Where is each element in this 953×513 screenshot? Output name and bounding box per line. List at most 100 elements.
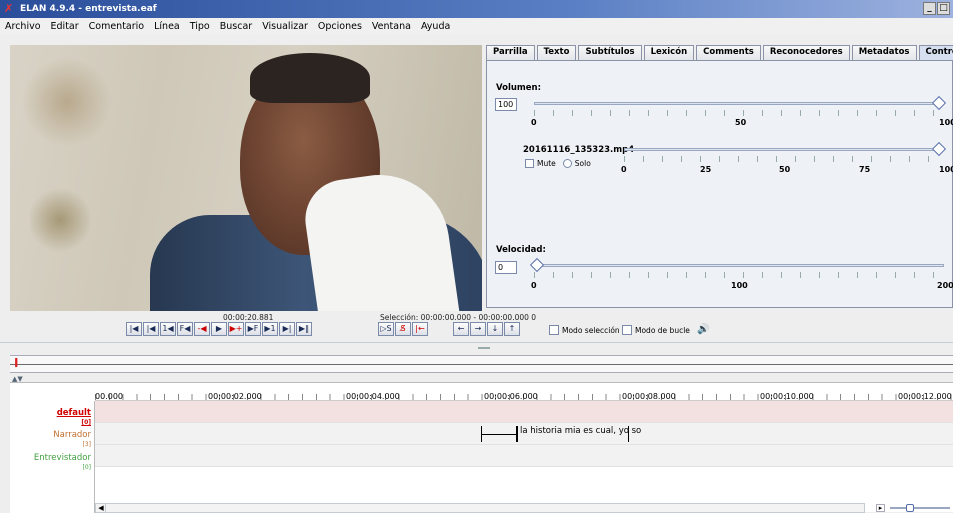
- checkbox-box[interactable]: [549, 325, 559, 335]
- speed-slider-thumb[interactable]: [530, 258, 544, 272]
- go-to-end-icon[interactable]: ▶‖: [296, 322, 312, 336]
- menu-tipo[interactable]: Tipo: [190, 21, 210, 32]
- previous-frame-icon[interactable]: 1◀: [160, 322, 176, 336]
- zoom-slider[interactable]: ▸: [876, 504, 953, 512]
- waveform-baseline: [10, 364, 953, 365]
- controls-panel: Volumen: 100 0 50 100 20161116_135323.mp…: [486, 60, 953, 308]
- media-volume-track[interactable]: [624, 148, 944, 151]
- zoom-thumb[interactable]: [906, 504, 914, 512]
- volume-slider-track[interactable]: [534, 102, 944, 105]
- ruler-label: 00:00:12.000: [898, 392, 952, 401]
- splitter-grip[interactable]: [478, 347, 490, 349]
- media-volume-thumb[interactable]: [932, 142, 946, 156]
- volume-slider-thumb[interactable]: [932, 96, 946, 110]
- tier-label: Narrador: [53, 430, 91, 440]
- loop-mode-label: Modo de bucle: [635, 326, 690, 335]
- navigation-controls: ← → ↓ ↑: [453, 322, 520, 336]
- zoom-right-icon[interactable]: ▸: [876, 504, 885, 512]
- menu-comentario[interactable]: Comentario: [89, 21, 144, 32]
- checkbox-box[interactable]: [525, 159, 534, 168]
- menu-opciones[interactable]: Opciones: [318, 21, 362, 32]
- maximize-button[interactable]: □: [937, 2, 950, 15]
- menu-ayuda[interactable]: Ayuda: [421, 21, 450, 32]
- tab-parrilla[interactable]: Parrilla: [486, 45, 535, 60]
- solo-label: Solo: [575, 159, 591, 168]
- solo-radio[interactable]: [563, 159, 572, 168]
- selection-mode-checkbox[interactable]: Modo selección: [549, 325, 620, 335]
- left-arrow-icon[interactable]: ←: [453, 322, 469, 336]
- play-icon[interactable]: ▶: [211, 322, 227, 336]
- title-bar: ✗ ELAN 4.9.4 - entrevista.eaf _ □: [0, 0, 953, 18]
- next-pixel-icon[interactable]: ▶+: [228, 322, 244, 336]
- zoom-track[interactable]: [890, 507, 950, 509]
- tier-name-entrevistador[interactable]: Entrevistador [0]: [34, 454, 91, 472]
- speed-tick-min: 0: [531, 281, 537, 290]
- tab-comments[interactable]: Comments: [696, 45, 761, 60]
- tier-row-narrador[interactable]: la historia mia es cual, yo so: [95, 423, 953, 445]
- speed-input[interactable]: 0: [495, 261, 517, 274]
- timeline-viewer[interactable]: 00.000 00:00:02.000 00:00:04.000 00:00:0…: [10, 382, 953, 512]
- tab-texto[interactable]: Texto: [537, 45, 577, 60]
- menu-archivo[interactable]: Archivo: [5, 21, 41, 32]
- tier-count: [3]: [53, 440, 91, 449]
- mute-checkbox[interactable]: Mute Solo: [525, 159, 591, 168]
- volume-tick-min: 0: [531, 118, 537, 127]
- play-selection-icon[interactable]: ▷S: [378, 322, 394, 336]
- volume-input[interactable]: 100: [495, 98, 517, 111]
- annotation-text: la historia mia es cual, yo so: [520, 426, 641, 436]
- scroll-left-icon[interactable]: ◀: [97, 504, 106, 512]
- menu-bar: Archivo Editar Comentario Línea Tipo Bus…: [0, 18, 953, 34]
- down-arrow-icon[interactable]: ↓: [487, 322, 503, 336]
- go-to-begin-icon[interactable]: |◀: [126, 322, 142, 336]
- right-arrow-icon[interactable]: →: [470, 322, 486, 336]
- menu-ventana[interactable]: Ventana: [372, 21, 411, 32]
- media-tick-75: 75: [859, 165, 870, 174]
- media-tick-100: 100: [939, 165, 953, 174]
- wall-stain: [30, 185, 90, 255]
- tab-subtitulos[interactable]: Subtítulos: [578, 45, 641, 60]
- elan-logo-icon: ✗: [4, 3, 16, 15]
- ruler-label: 00:00:10.000: [760, 392, 814, 401]
- tab-reconocedores[interactable]: Reconocedores: [763, 45, 850, 60]
- panel-splitter[interactable]: [0, 342, 953, 348]
- tab-metadatos[interactable]: Metadatos: [852, 45, 917, 60]
- tab-bar: Parrilla Texto Subtítulos Lexicón Commen…: [486, 45, 953, 60]
- time-ruler[interactable]: 00.000 00:00:02.000 00:00:04.000 00:00:0…: [95, 383, 953, 401]
- speed-slider-track[interactable]: [534, 264, 944, 267]
- selection-mode-label: Modo selección: [562, 326, 620, 335]
- next-frame-icon[interactable]: ▶1: [262, 322, 278, 336]
- tab-lexicon[interactable]: Lexicón: [644, 45, 695, 60]
- tier-row-default[interactable]: [95, 401, 953, 423]
- ruler-label: 00:00:02.000: [208, 392, 262, 401]
- menu-linea[interactable]: Línea: [154, 21, 180, 32]
- next-f-icon[interactable]: ▶F: [245, 322, 261, 336]
- tier-name-default[interactable]: default [0]: [57, 409, 91, 427]
- ruler-label: 00:00:04.000: [346, 392, 400, 401]
- up-arrow-icon[interactable]: ↑: [504, 322, 520, 336]
- tier-row-entrevistador[interactable]: [95, 445, 953, 467]
- menu-editar[interactable]: Editar: [51, 21, 79, 32]
- tier-name-narrador[interactable]: Narrador [3]: [53, 431, 91, 449]
- menu-visualizar[interactable]: Visualizar: [262, 21, 308, 32]
- tab-controles[interactable]: Controles: [919, 45, 953, 60]
- checkbox-box[interactable]: [622, 325, 632, 335]
- tier-count: [0]: [34, 463, 91, 472]
- next-second-icon[interactable]: ▶|: [279, 322, 295, 336]
- loop-mode-checkbox[interactable]: Modo de bucle: [622, 325, 690, 335]
- tier-names: default [0] Narrador [3] Entrevistador […: [10, 401, 95, 513]
- ruler-label: 00:00:06.000: [484, 392, 538, 401]
- clear-selection-icon[interactable]: S̸: [395, 322, 411, 336]
- previous-pixel-icon[interactable]: ‑◀: [194, 322, 210, 336]
- speaker-icon[interactable]: 🔊: [697, 324, 709, 335]
- previous-second-icon[interactable]: |◀: [143, 322, 159, 336]
- media-file-label: 20161116_135323.mp4: [523, 145, 634, 155]
- ruler-label: 00.000: [95, 392, 123, 401]
- volume-tick-max: 100: [939, 118, 953, 127]
- selection-boundary-icon[interactable]: |←: [412, 322, 428, 336]
- video-viewer[interactable]: [10, 45, 482, 311]
- previous-f-icon[interactable]: F◀: [177, 322, 193, 336]
- waveform-strip[interactable]: [10, 355, 953, 373]
- tier-label: default: [57, 408, 91, 418]
- minimize-button[interactable]: _: [923, 2, 936, 15]
- menu-buscar[interactable]: Buscar: [220, 21, 252, 32]
